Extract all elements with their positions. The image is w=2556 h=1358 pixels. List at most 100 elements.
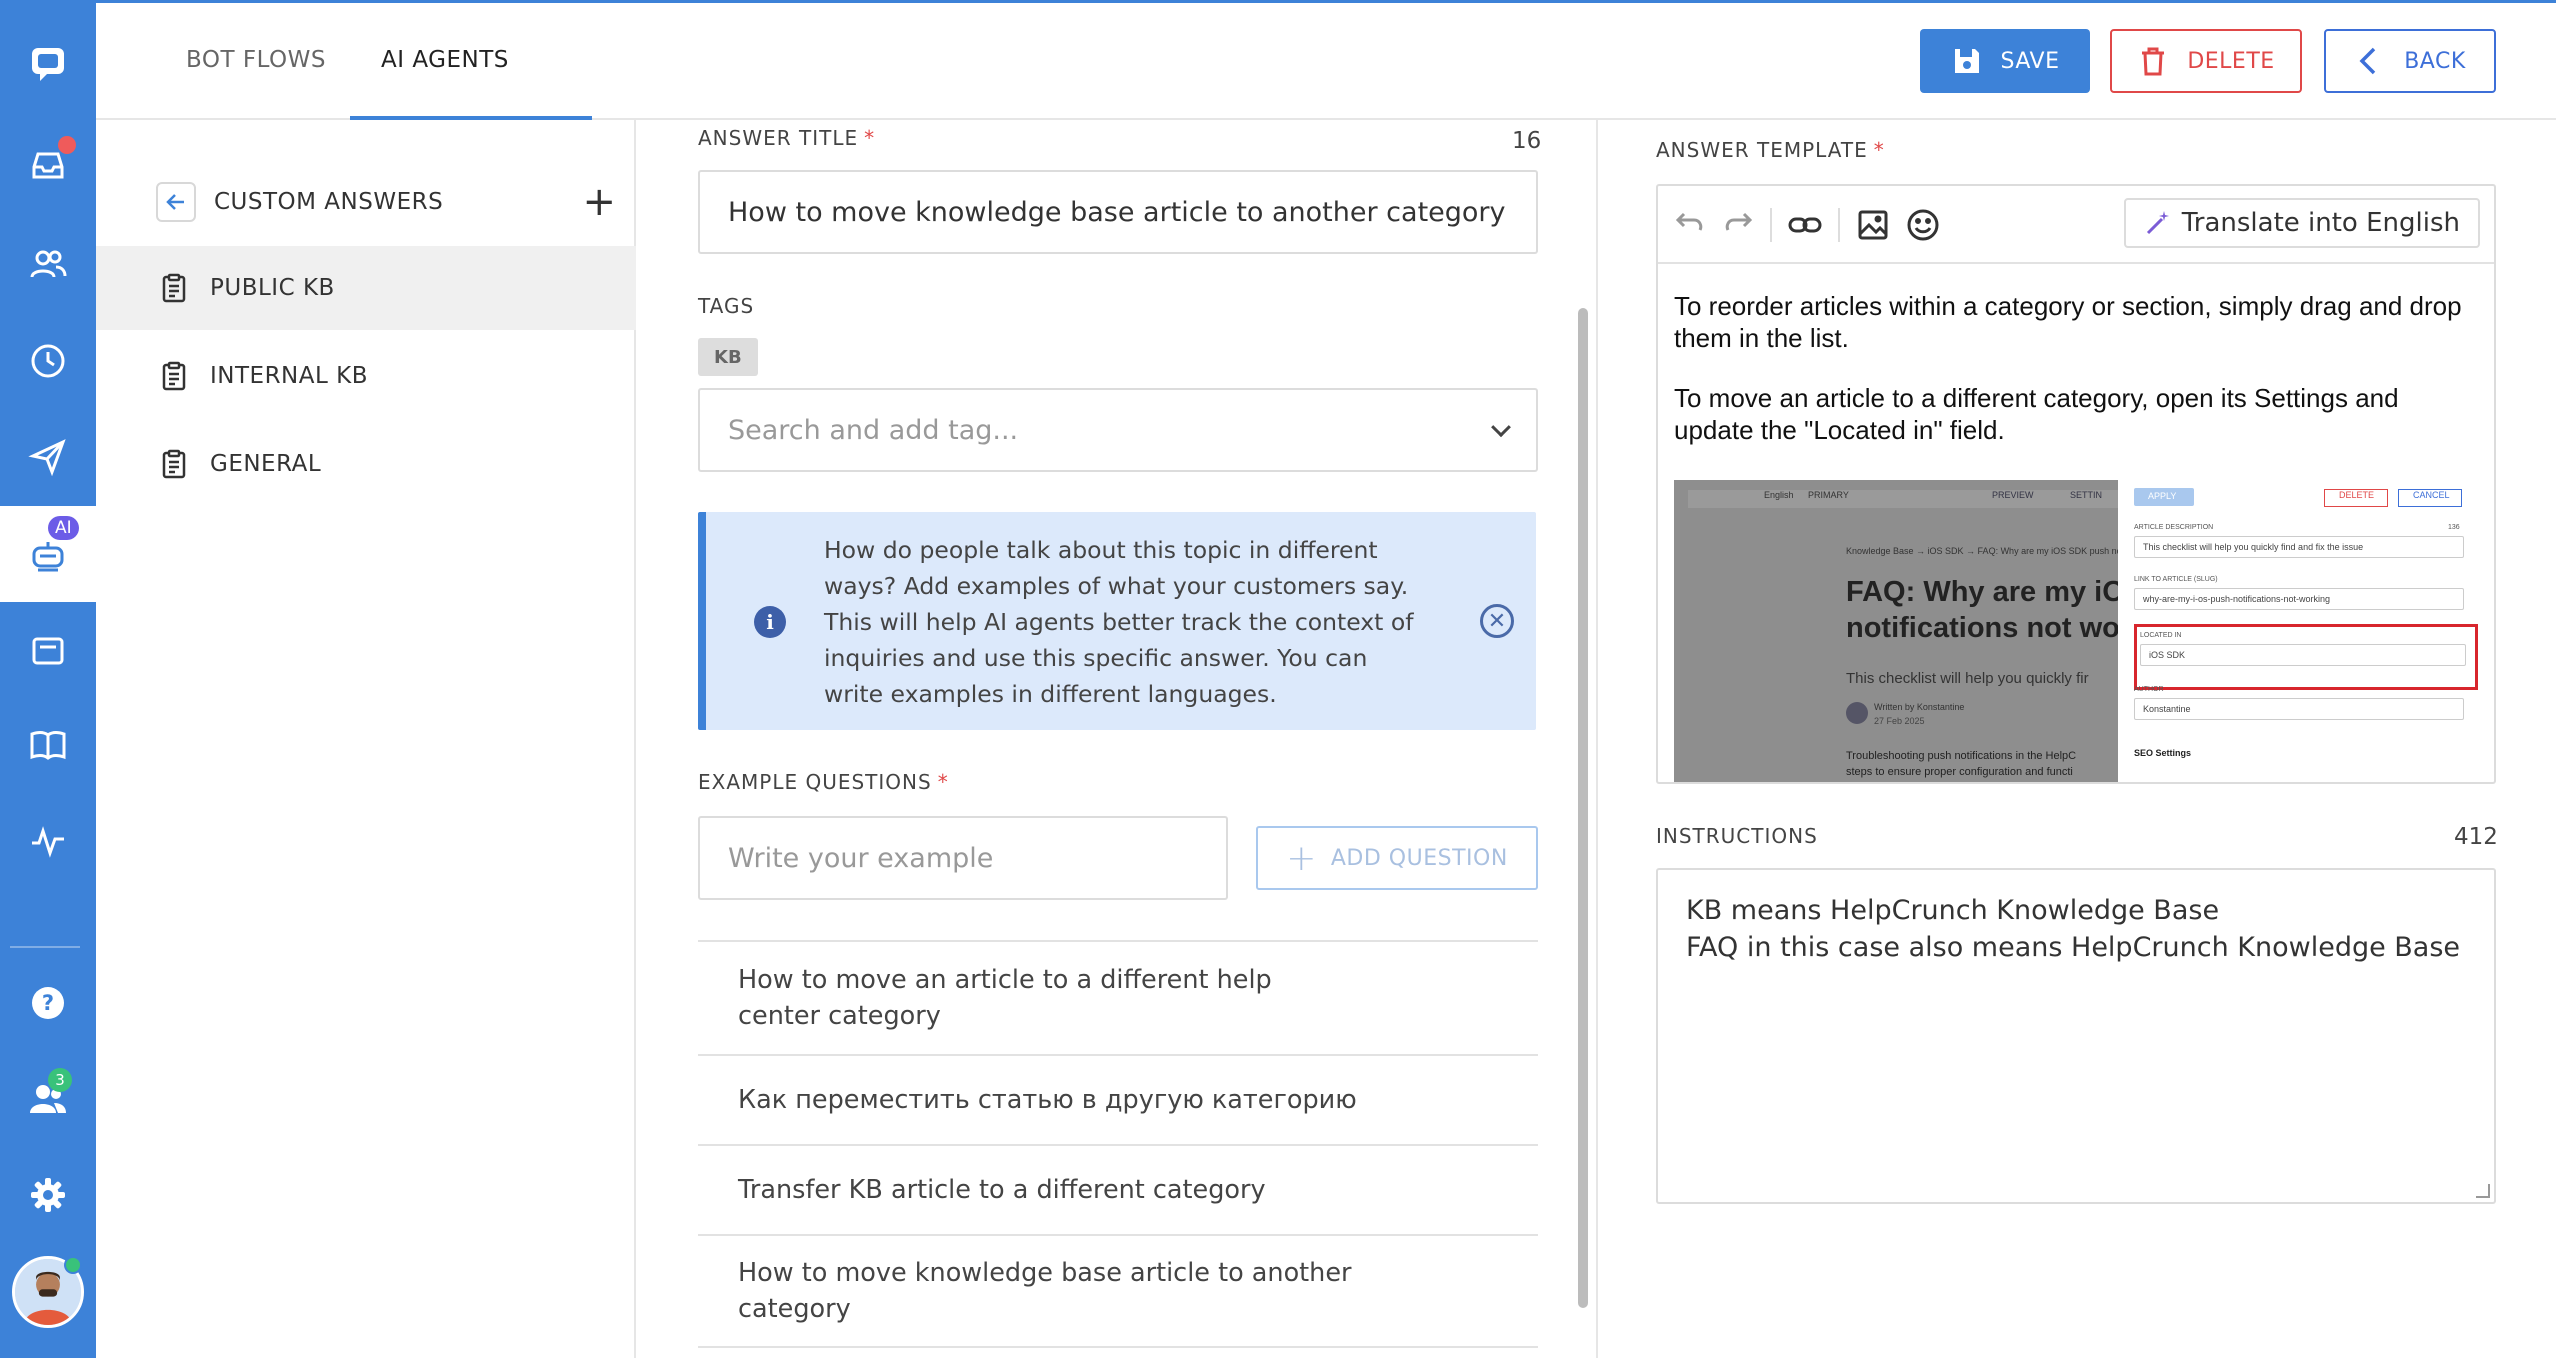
shot-preview: PREVIEW [1992,490,2034,500]
example-question-input[interactable]: Write your example [698,816,1228,900]
team-icon[interactable]: 3 [0,1054,96,1144]
template-content[interactable]: To reorder articles within a category or… [1674,290,2474,474]
undo-icon[interactable] [1670,206,1708,244]
info-text: How do people talk about this topic in d… [824,536,1414,708]
sidebar-item-label: INTERNAL KB [210,363,368,389]
team-badge: 3 [48,1068,72,1092]
shot-lang: English [1764,490,1794,500]
list-item[interactable]: Как переместить статью в другую категори… [698,1054,1538,1144]
sidebar-item-general[interactable]: GENERAL [96,422,636,506]
back-button[interactable]: BACK [2324,29,2496,93]
instructions-counter: 412 [2454,824,2498,850]
shot-heading: FAQ: Why are my iO notifications not wo [1846,576,2125,644]
save-label: SAVE [2000,48,2060,74]
logo-chat-icon[interactable] [0,18,96,108]
toolbar-separator [1838,208,1840,242]
answer-template-label: ANSWER TEMPLATE * [1656,138,1885,162]
highlight-box [2134,624,2478,690]
tag-chip[interactable]: KB [698,338,758,376]
info-icon: i [754,606,786,638]
redo-icon[interactable] [1720,206,1758,244]
answer-form: ANSWER TITLE * 16 How to move knowledge b… [638,120,1598,1358]
instructions-textarea[interactable]: KB means HelpCrunch Knowledge Base FAQ i… [1656,868,2496,1204]
clock-icon[interactable] [0,316,96,406]
clipboard-icon [162,449,186,479]
widget-icon[interactable] [0,606,96,696]
emoji-icon[interactable] [1904,206,1942,244]
shot-breadcrumb: Knowledge Base → iOS SDK → FAQ: Why are … [1846,546,2131,556]
shot-cancel: CANCEL [2398,489,2462,507]
help-icon[interactable]: ? [0,958,96,1048]
save-button[interactable]: SAVE [1920,29,2090,93]
list-item[interactable]: Transfer KB article to a different categ… [698,1144,1538,1234]
sidebar-back-button[interactable] [156,182,196,222]
link-icon[interactable] [1786,206,1824,244]
sidebar-item-internal-kb[interactable]: INTERNAL KB [96,334,636,418]
delete-button[interactable]: DELETE [2110,29,2302,93]
list-item[interactable]: How to move an article to a different he… [698,940,1538,1054]
settings-gear-icon[interactable] [0,1150,96,1240]
shot-desc-field: This checklist will help you quickly fin… [2134,536,2464,558]
shot-link-label: LINK TO ARTICLE (SLUG) [2134,576,2218,583]
embedded-screenshot[interactable]: English PRIMARY PREVIEW SETTIN Knowledge… [1674,480,2482,782]
template-editor[interactable]: Translate into English To reorder articl… [1656,184,2496,784]
custom-answers-title: CUSTOM ANSWERS [214,189,444,215]
shot-body-2: steps to ensure proper configuration and… [1846,766,2073,778]
clipboard-icon [162,273,186,303]
svg-text:?: ? [42,991,54,1015]
instructions-label: INSTRUCTIONS [1656,824,1818,848]
example-questions-list: How to move an article to a different he… [698,940,1538,1348]
trash-icon [2142,47,2165,76]
contacts-icon[interactable] [0,220,96,310]
send-icon[interactable] [0,412,96,502]
knowledge-base-icon[interactable] [0,700,96,790]
shot-subtitle: This checklist will help you quickly fir [1846,670,2089,687]
back-label: BACK [2404,48,2466,74]
tab-ai-agents[interactable]: AI AGENTS [381,0,509,120]
sidebar-item-public-kb[interactable]: PUBLIC KB [96,246,636,330]
shot-desc-label: ARTICLE DESCRIPTION [2134,524,2214,531]
shot-seo: SEO Settings [2134,748,2192,758]
info-callout: i How do people talk about this topic in… [698,512,1536,730]
tag-search-placeholder: Search and add tag... [728,414,1019,446]
answer-title-input[interactable]: How to move knowledge base article to an… [698,170,1538,254]
shot-author-avatar [1846,702,1868,724]
ai-badge: AI [48,516,79,540]
add-question-label: ADD QUESTION [1330,845,1508,871]
inbox-icon[interactable] [0,120,96,210]
shot-settings-panel: APPLY DELETE CANCEL ARTICLE DESCRIPTION … [2118,480,2482,782]
add-question-button[interactable]: + ADD QUESTION [1256,826,1538,890]
ai-agents-icon[interactable]: AI [0,506,96,602]
shot-link-field: why-are-my-i-os-push-notifications-not-w… [2134,588,2464,610]
rail-divider [10,946,80,948]
answer-title-counter: 16 [1512,128,1542,154]
shot-desc-count: 136 [2448,524,2460,531]
translate-button[interactable]: Translate into English [2123,198,2480,248]
add-category-plus-icon[interactable]: + [582,182,616,222]
template-paragraph: To move an article to a different catego… [1674,383,2399,445]
shot-author: Written by Konstantine [1874,702,1965,712]
magic-wand-icon [2146,211,2169,235]
clipboard-icon [162,361,186,391]
image-icon[interactable] [1854,206,1892,244]
resize-handle[interactable] [2476,1184,2490,1198]
online-status-dot [64,1256,82,1274]
analytics-icon[interactable] [0,796,96,886]
template-paragraph: To reorder articles within a category or… [1674,291,2462,353]
shot-settings: SETTIN [2070,490,2103,500]
example-question-placeholder: Write your example [728,842,994,874]
save-disk-icon [1954,49,1979,73]
answer-title-label: ANSWER TITLE * [698,126,876,150]
close-icon[interactable]: ✕ [1480,604,1514,638]
tab-bot-flows[interactable]: BOT FLOWS [186,0,326,120]
list-item[interactable]: How to move knowledge base article to an… [698,1234,1538,1348]
chevron-down-icon [1491,417,1511,438]
top-accent-line [96,0,2556,3]
shot-delete: DELETE [2324,489,2388,507]
plus-icon: + [1286,837,1317,879]
unread-dot [58,136,76,154]
tag-search-select[interactable]: Search and add tag... [698,388,1538,472]
shot-date: 27 Feb 2025 [1874,716,1925,726]
shot-body: Troubleshooting push notifications in th… [1846,750,2077,762]
scrollbar[interactable] [1578,308,1588,1308]
